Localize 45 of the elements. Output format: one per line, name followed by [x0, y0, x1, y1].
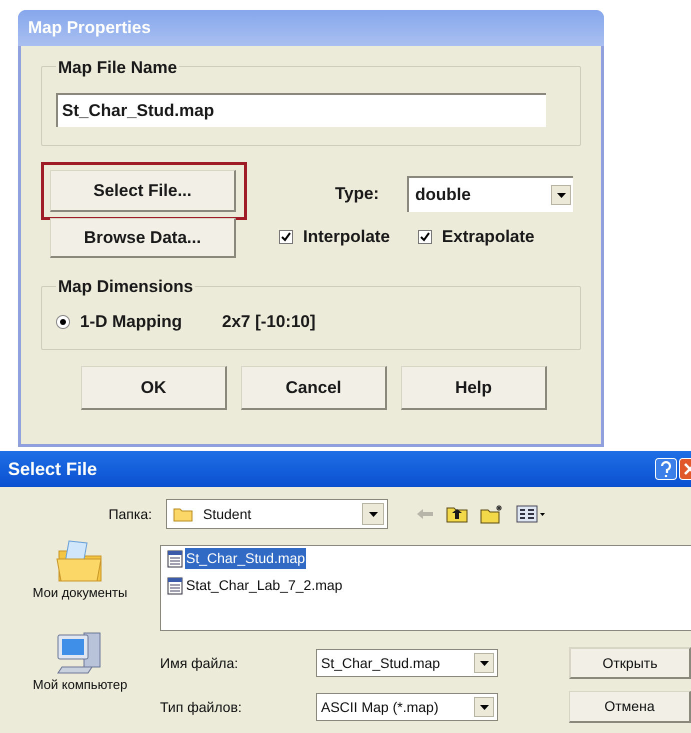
- folder-label: Папка:: [107, 504, 152, 524]
- caret-icon: [556, 192, 566, 198]
- dialog-button[interactable]: OK: [81, 366, 227, 410]
- caret-icon: [480, 704, 488, 710]
- dropdown-button[interactable]: [362, 503, 384, 525]
- folder-select[interactable]: Student: [166, 499, 388, 529]
- type-label: Type:: [335, 183, 380, 206]
- dialog-button[interactable]: Открыть: [569, 647, 691, 679]
- checkbox-label: Extrapolate: [442, 226, 534, 248]
- dialog-button[interactable]: Select File...: [50, 170, 236, 212]
- caret-icon: [368, 512, 378, 516]
- type-select[interactable]: double: [407, 176, 574, 212]
- radio-label: 1-D Mapping: [80, 311, 182, 334]
- dialog-button[interactable]: Cancel: [241, 366, 387, 410]
- dialog-button[interactable]: Отмена: [569, 691, 691, 723]
- folder-up-icon[interactable]: [446, 505, 468, 523]
- field-label: Имя файла:: [160, 654, 240, 673]
- file-icon: [167, 550, 183, 568]
- checkbox[interactable]: [418, 230, 432, 244]
- new-folder-icon[interactable]: [480, 504, 504, 524]
- radio-button[interactable]: [56, 315, 70, 329]
- window-title: Select File: [8, 458, 98, 480]
- file-item[interactable]: St_Char_Stud.map: [185, 548, 306, 569]
- dimensions-info: 2x7 [-10:10]: [222, 311, 316, 334]
- folder-icon: [173, 506, 193, 522]
- dropdown-button[interactable]: [474, 697, 494, 717]
- dialog-button[interactable]: Help: [401, 366, 547, 410]
- field-label: Тип файлов:: [160, 698, 243, 717]
- checkbox-label: Interpolate: [303, 226, 390, 248]
- view-menu-icon[interactable]: [516, 505, 546, 523]
- dropdown-button[interactable]: [474, 653, 494, 673]
- checkbox[interactable]: [279, 230, 293, 244]
- caret-icon: [480, 660, 488, 666]
- place-label[interactable]: Мой компьютер: [32, 674, 128, 694]
- help-icon[interactable]: [655, 458, 677, 480]
- file-type-combo[interactable]: ASCII Map (*.map): [316, 693, 498, 721]
- folder-name: Student: [203, 504, 252, 524]
- file-name-combo[interactable]: St_Char_Stud.map: [316, 649, 498, 677]
- file-name-field[interactable]: St_Char_Stud.map: [56, 93, 546, 127]
- place-label[interactable]: Мои документы: [32, 583, 128, 602]
- file-item[interactable]: Stat_Char_Lab_7_2.map: [185, 575, 344, 596]
- file-icon: [167, 576, 183, 594]
- dropdown-button[interactable]: [551, 185, 572, 205]
- dialog-button[interactable]: Browse Data...: [50, 218, 236, 258]
- window-title: Map Properties: [28, 17, 151, 40]
